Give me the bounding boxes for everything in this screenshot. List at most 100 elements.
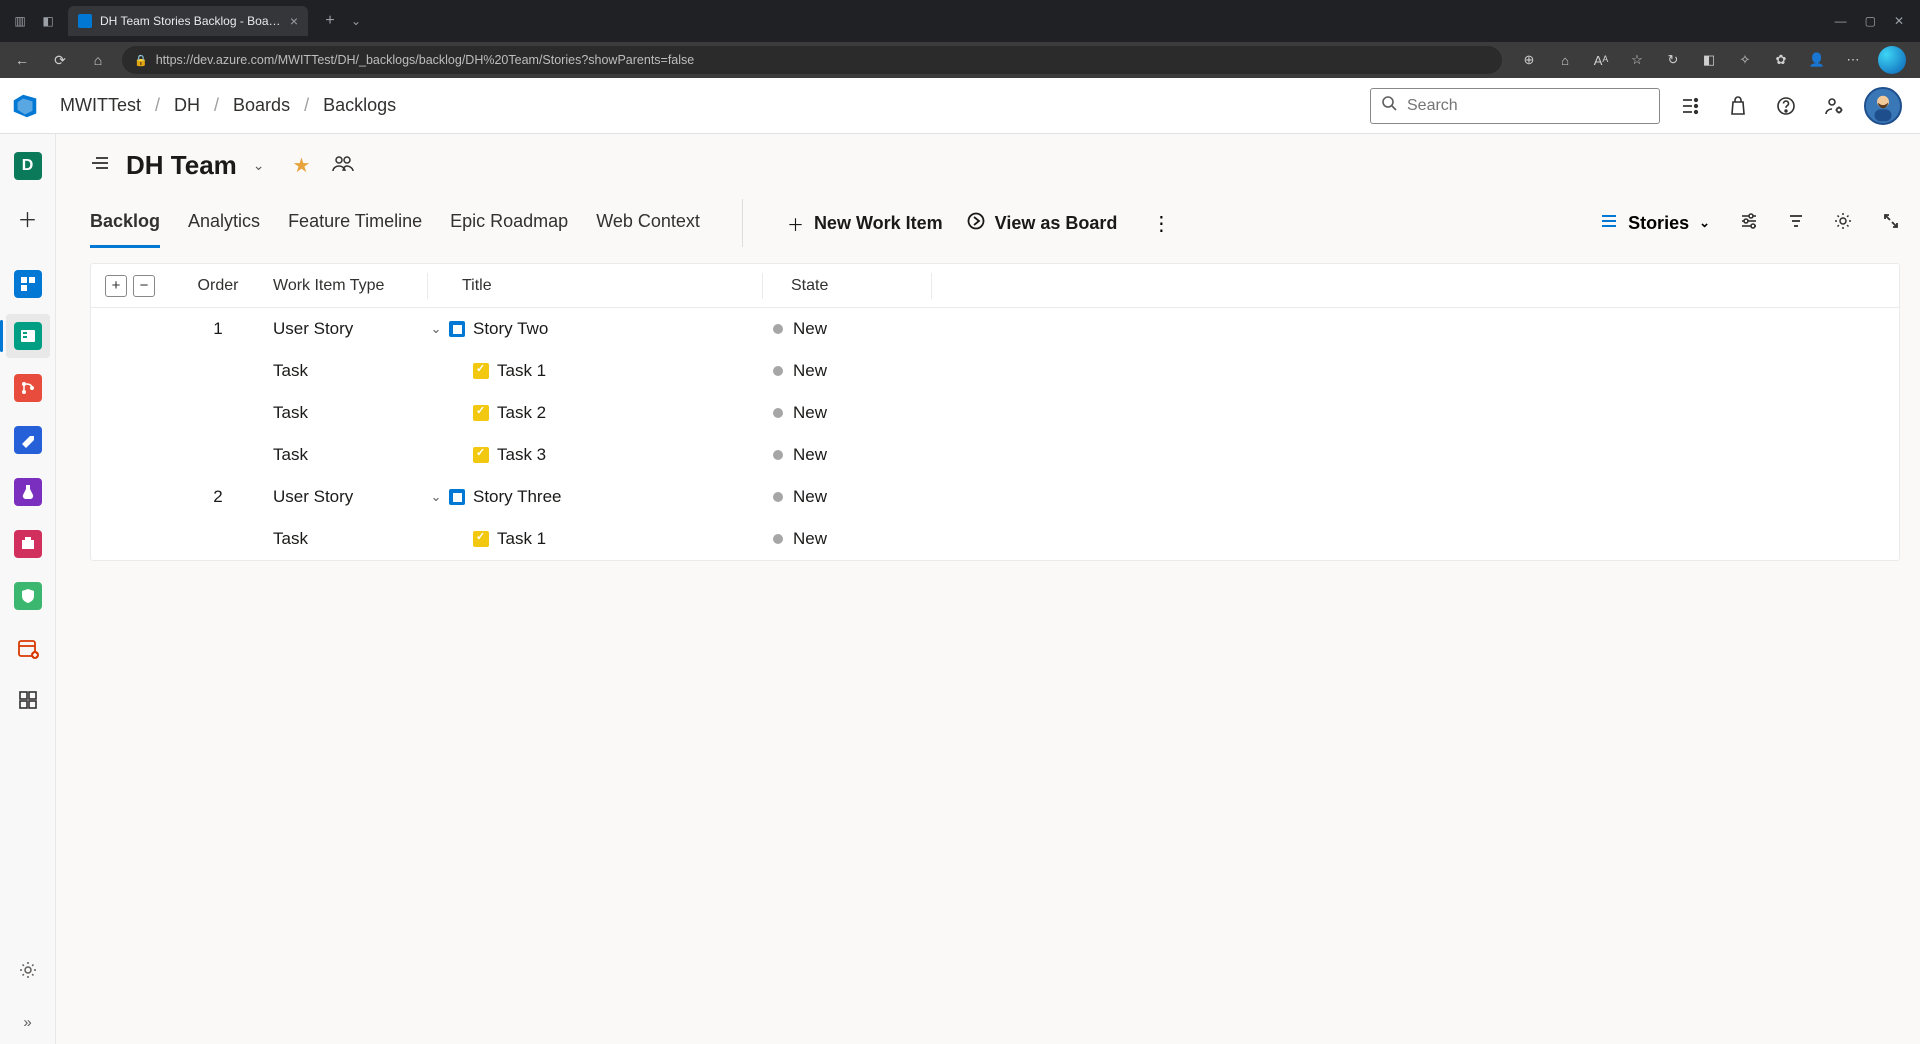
work-item-title: Story Three xyxy=(473,487,562,507)
rail-new-item[interactable]: ＋ xyxy=(6,196,50,240)
help-icon[interactable] xyxy=(1768,88,1804,124)
team-picker-icon[interactable] xyxy=(90,153,110,179)
favorites-bar-icon[interactable]: ✧ xyxy=(1734,49,1756,71)
cell-title[interactable]: Story Two xyxy=(449,319,749,339)
gear-icon xyxy=(18,960,38,980)
tab-analytics[interactable]: Analytics xyxy=(188,201,260,246)
column-title[interactable]: Title xyxy=(458,277,758,295)
collapse-all-button[interactable]: − xyxy=(133,275,155,297)
expand-all-button[interactable]: + xyxy=(105,275,127,297)
window-close-icon[interactable]: ✕ xyxy=(1894,14,1904,28)
work-items-icon[interactable] xyxy=(1672,88,1708,124)
read-aloud-icon[interactable]: Aᴬ xyxy=(1590,49,1612,71)
cell-title[interactable]: Task 1 xyxy=(449,361,749,381)
view-as-board-button[interactable]: View as Board xyxy=(967,212,1118,235)
avatar[interactable] xyxy=(1864,87,1902,125)
user-settings-icon[interactable] xyxy=(1816,88,1852,124)
rail-boards[interactable] xyxy=(6,314,50,358)
column-type[interactable]: Work Item Type xyxy=(273,277,423,295)
zoom-icon[interactable]: ⊕ xyxy=(1518,49,1540,71)
tab-close-icon[interactable]: × xyxy=(290,13,298,29)
tab-backlog[interactable]: Backlog xyxy=(90,201,160,246)
cell-title[interactable]: Task 1 xyxy=(449,529,749,549)
expand-row-icon[interactable]: ⌄ xyxy=(423,321,449,337)
rail-delivery-plans[interactable] xyxy=(6,626,50,670)
column-options-icon[interactable] xyxy=(1740,213,1758,234)
search-input[interactable] xyxy=(1407,97,1649,115)
extensions-icon[interactable]: ✿ xyxy=(1770,49,1792,71)
team-dropdown-icon[interactable]: ⌄ xyxy=(253,157,265,174)
window-maximize-icon[interactable]: ▢ xyxy=(1865,14,1876,28)
cell-title[interactable]: Task 3 xyxy=(449,445,749,465)
more-icon[interactable]: ⋯ xyxy=(1842,49,1864,71)
breadcrumb-org[interactable]: MWITTest xyxy=(60,95,141,116)
browser-home-button[interactable]: ⌂ xyxy=(84,46,112,74)
rail-compliance[interactable] xyxy=(6,574,50,618)
window-minimize-icon[interactable]: — xyxy=(1835,14,1847,28)
rail-testplans[interactable] xyxy=(6,470,50,514)
rail-overview[interactable] xyxy=(6,262,50,306)
sync-icon[interactable]: ↻ xyxy=(1662,49,1684,71)
expand-row-icon[interactable]: ⌄ xyxy=(423,489,449,505)
filter-icon[interactable] xyxy=(1788,213,1804,234)
breadcrumb-project[interactable]: DH xyxy=(174,95,200,116)
rail-dashboards[interactable] xyxy=(6,678,50,722)
fullscreen-icon[interactable] xyxy=(1882,212,1900,235)
new-tab-button[interactable]: + xyxy=(318,12,342,30)
profile-icon[interactable]: 👤 xyxy=(1806,49,1828,71)
left-nav-rail: D ＋ » xyxy=(0,134,56,1044)
rail-pipelines[interactable] xyxy=(6,418,50,462)
table-row[interactable]: TaskTask 3New xyxy=(91,434,1899,476)
split-icon[interactable]: ◧ xyxy=(1698,49,1720,71)
favorite-star-icon[interactable]: ★ xyxy=(293,153,311,178)
tab-feature-timeline[interactable]: Feature Timeline xyxy=(288,201,422,246)
search-box[interactable] xyxy=(1370,88,1660,124)
rail-repos[interactable] xyxy=(6,366,50,410)
column-state[interactable]: State xyxy=(767,277,927,295)
more-actions-icon[interactable]: ⋮ xyxy=(1145,211,1177,236)
table-row[interactable]: TaskTask 1New xyxy=(91,518,1899,560)
team-members-icon[interactable] xyxy=(332,154,354,177)
new-work-item-button[interactable]: ＋ New Work Item xyxy=(787,211,943,236)
favorite-icon[interactable]: ☆ xyxy=(1626,49,1648,71)
settings-icon[interactable] xyxy=(1834,212,1852,235)
marketplace-icon[interactable] xyxy=(1720,88,1756,124)
shopping-icon[interactable]: ⌂ xyxy=(1554,49,1576,71)
column-divider xyxy=(427,273,428,299)
browser-refresh-button[interactable]: ⟳ xyxy=(46,46,74,74)
tab-sidebar-icon[interactable]: ◧ xyxy=(38,11,58,31)
state-dot-icon xyxy=(773,450,783,460)
table-row[interactable]: TaskTask 2New xyxy=(91,392,1899,434)
breadcrumb-page[interactable]: Backlogs xyxy=(323,95,396,116)
work-item-title: Task 1 xyxy=(497,529,546,549)
azure-devops-logo-icon[interactable] xyxy=(10,91,40,121)
tab-chevron-icon[interactable]: ⌄ xyxy=(346,11,366,31)
breadcrumb-sep: / xyxy=(304,95,309,116)
cell-type: Task xyxy=(273,361,423,381)
column-order[interactable]: Order xyxy=(163,277,273,295)
cell-state: New xyxy=(749,487,909,507)
table-row[interactable]: 2User Story⌄Story ThreeNew xyxy=(91,476,1899,518)
list-icon xyxy=(1600,213,1618,234)
browser-tab[interactable]: DH Team Stories Backlog - Board… × xyxy=(68,6,308,36)
browser-back-button[interactable]: ← xyxy=(8,46,36,74)
tab-epic-roadmap[interactable]: Epic Roadmap xyxy=(450,201,568,246)
browser-tab-title: DH Team Stories Backlog - Board… xyxy=(100,14,282,28)
cell-title[interactable]: Story Three xyxy=(449,487,749,507)
cell-title[interactable]: Task 2 xyxy=(449,403,749,423)
window-controls: — ▢ ✕ xyxy=(1835,14,1914,28)
rail-project[interactable]: D xyxy=(6,144,50,188)
bing-chat-icon[interactable] xyxy=(1878,46,1906,74)
rail-expand[interactable]: » xyxy=(6,1000,50,1044)
rail-artifacts[interactable] xyxy=(6,522,50,566)
table-row[interactable]: 1User Story⌄Story TwoNew xyxy=(91,308,1899,350)
tab-overview-icon[interactable]: ▥ xyxy=(10,11,30,31)
tab-web-context[interactable]: Web Context xyxy=(596,201,700,246)
browser-url-field[interactable]: 🔒 https://dev.azure.com/MWITTest/DH/_bac… xyxy=(122,46,1502,74)
search-icon xyxy=(1381,95,1397,116)
backlog-level-dropdown[interactable]: Stories ⌄ xyxy=(1600,213,1710,234)
table-row[interactable]: TaskTask 1New xyxy=(91,350,1899,392)
rail-settings[interactable] xyxy=(6,948,50,992)
breadcrumb-area[interactable]: Boards xyxy=(233,95,290,116)
chevron-double-right-icon: » xyxy=(23,1014,31,1031)
